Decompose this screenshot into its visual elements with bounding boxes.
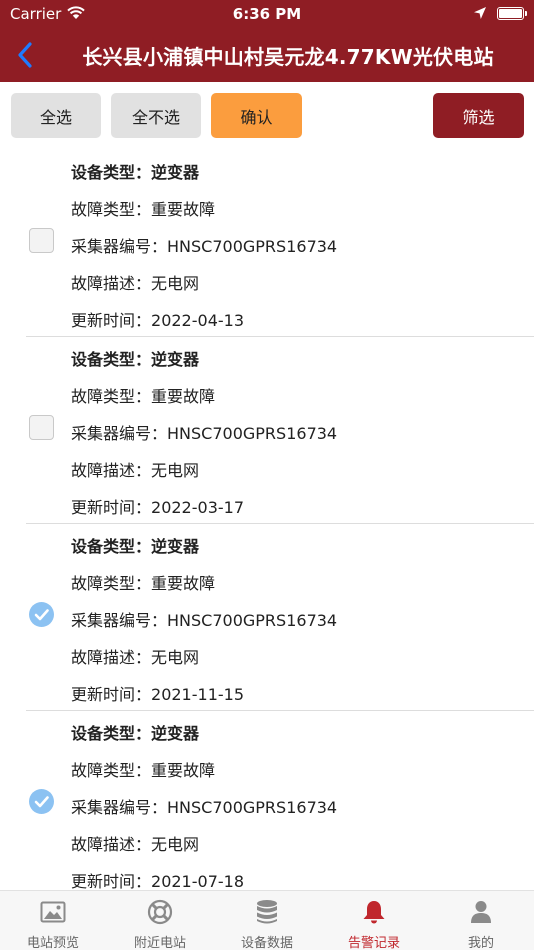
- fault-type-row: 故障类型：重要故障: [71, 574, 216, 593]
- database-icon: [257, 900, 277, 924]
- filter-button[interactable]: 筛选: [433, 93, 524, 138]
- checkmark-icon: [34, 796, 49, 808]
- update-time-value: 2022-03-17: [151, 498, 244, 517]
- device-type-row: 设备类型：逆变器: [71, 163, 200, 182]
- device-type-row: 设备类型：逆变器: [71, 350, 200, 369]
- tab-mine[interactable]: 我的: [428, 891, 534, 950]
- record-checkbox-checked[interactable]: [29, 602, 54, 627]
- fault-desc-row: 故障描述：无电网: [71, 461, 200, 480]
- collector-no-row: 采集器编号：HNSC700GPRS16734: [71, 424, 338, 443]
- record-checkbox[interactable]: [29, 415, 54, 440]
- tab-label: 电站预览: [26, 936, 79, 950]
- clock: 6:36 PM: [232, 5, 302, 23]
- fault-type-row: 故障类型：重要故障: [71, 200, 216, 219]
- device-type-value: 逆变器: [151, 724, 200, 743]
- status-bar: Carrier 6:36 PM: [0, 0, 534, 28]
- user-icon: [471, 901, 491, 923]
- bell-icon: [363, 901, 385, 924]
- alarm-record-list: 设备类型：逆变器 故障类型：重要故障 采集器编号：HNSC700GPRS1673…: [0, 150, 534, 898]
- select-all-button[interactable]: 全选: [11, 93, 101, 138]
- update-time-value: 2022-04-13: [151, 311, 244, 330]
- list-item[interactable]: 设备类型：逆变器 故障类型：重要故障 采集器编号：HNSC700GPRS1673…: [0, 524, 534, 711]
- checkmark-icon: [34, 609, 49, 621]
- action-toolbar: 全选 全不选 确认 筛选: [0, 82, 534, 150]
- collector-no-value: HNSC700GPRS16734: [167, 424, 338, 443]
- fault-type-value: 重要故障: [151, 761, 216, 780]
- tab-label: 我的: [467, 936, 494, 950]
- tab-label: 告警记录: [347, 936, 400, 950]
- collector-no-value: HNSC700GPRS16734: [167, 237, 338, 256]
- select-none-button[interactable]: 全不选: [111, 93, 201, 138]
- image-icon: [40, 901, 66, 923]
- device-type-row: 设备类型：逆变器: [71, 537, 200, 556]
- update-time-value: 2021-07-18: [151, 872, 244, 891]
- fault-type-value: 重要故障: [151, 387, 216, 406]
- fault-desc-row: 故障描述：无电网: [71, 835, 200, 854]
- tab-label: 附近电站: [133, 936, 186, 950]
- list-item[interactable]: 设备类型：逆变器 故障类型：重要故障 采集器编号：HNSC700GPRS1673…: [0, 337, 534, 524]
- collector-no-value: HNSC700GPRS16734: [167, 798, 338, 817]
- fault-desc-value: 无电网: [151, 274, 200, 293]
- battery-icon: [497, 7, 527, 20]
- location-arrow-icon: [474, 7, 486, 19]
- collector-no-value: HNSC700GPRS16734: [167, 611, 338, 630]
- fault-type-value: 重要故障: [151, 200, 216, 219]
- device-type-value: 逆变器: [151, 350, 200, 369]
- fault-desc-row: 故障描述：无电网: [71, 274, 200, 293]
- tab-device-data[interactable]: 设备数据: [214, 891, 320, 950]
- tab-bar: 电站预览 附近电站 设备数据 告警记录 我的: [0, 890, 534, 950]
- fault-desc-value: 无电网: [151, 461, 200, 480]
- fault-desc-value: 无电网: [151, 835, 200, 854]
- update-time-row: 更新时间：2021-11-15: [71, 685, 244, 704]
- collector-no-row: 采集器编号：HNSC700GPRS16734: [71, 798, 338, 817]
- record-checkbox[interactable]: [29, 228, 54, 253]
- back-chevron-icon[interactable]: [12, 40, 40, 70]
- tab-alarm-records[interactable]: 告警记录: [321, 891, 427, 950]
- device-type-row: 设备类型：逆变器: [71, 724, 200, 743]
- tab-label: 设备数据: [240, 936, 293, 950]
- update-time-row: 更新时间：2022-04-13: [71, 311, 244, 330]
- update-time-row: 更新时间：2021-07-18: [71, 872, 244, 891]
- page-title: 长兴县小浦镇中山村吴元龙4.77KW光伏电站: [82, 45, 494, 69]
- record-checkbox-checked[interactable]: [29, 789, 54, 814]
- list-item[interactable]: 设备类型：逆变器 故障类型：重要故障 采集器编号：HNSC700GPRS1673…: [0, 711, 534, 898]
- fault-type-row: 故障类型：重要故障: [71, 387, 216, 406]
- confirm-button[interactable]: 确认: [211, 93, 302, 138]
- collector-no-row: 采集器编号：HNSC700GPRS16734: [71, 611, 338, 630]
- list-item[interactable]: 设备类型：逆变器 故障类型：重要故障 采集器编号：HNSC700GPRS1673…: [0, 150, 534, 337]
- tab-nearby-stations[interactable]: 附近电站: [107, 891, 213, 950]
- fault-type-row: 故障类型：重要故障: [71, 761, 216, 780]
- fault-type-value: 重要故障: [151, 574, 216, 593]
- update-time-row: 更新时间：2022-03-17: [71, 498, 244, 517]
- device-type-value: 逆变器: [151, 537, 200, 556]
- collector-no-row: 采集器编号：HNSC700GPRS16734: [71, 237, 338, 256]
- nav-bar: 长兴县小浦镇中山村吴元龙4.77KW光伏电站: [0, 28, 534, 82]
- device-type-value: 逆变器: [151, 163, 200, 182]
- fault-desc-row: 故障描述：无电网: [71, 648, 200, 667]
- tab-station-preview[interactable]: 电站预览: [0, 891, 106, 950]
- fault-desc-value: 无电网: [151, 648, 200, 667]
- lifebuoy-icon: [147, 899, 173, 925]
- update-time-value: 2021-11-15: [151, 685, 244, 704]
